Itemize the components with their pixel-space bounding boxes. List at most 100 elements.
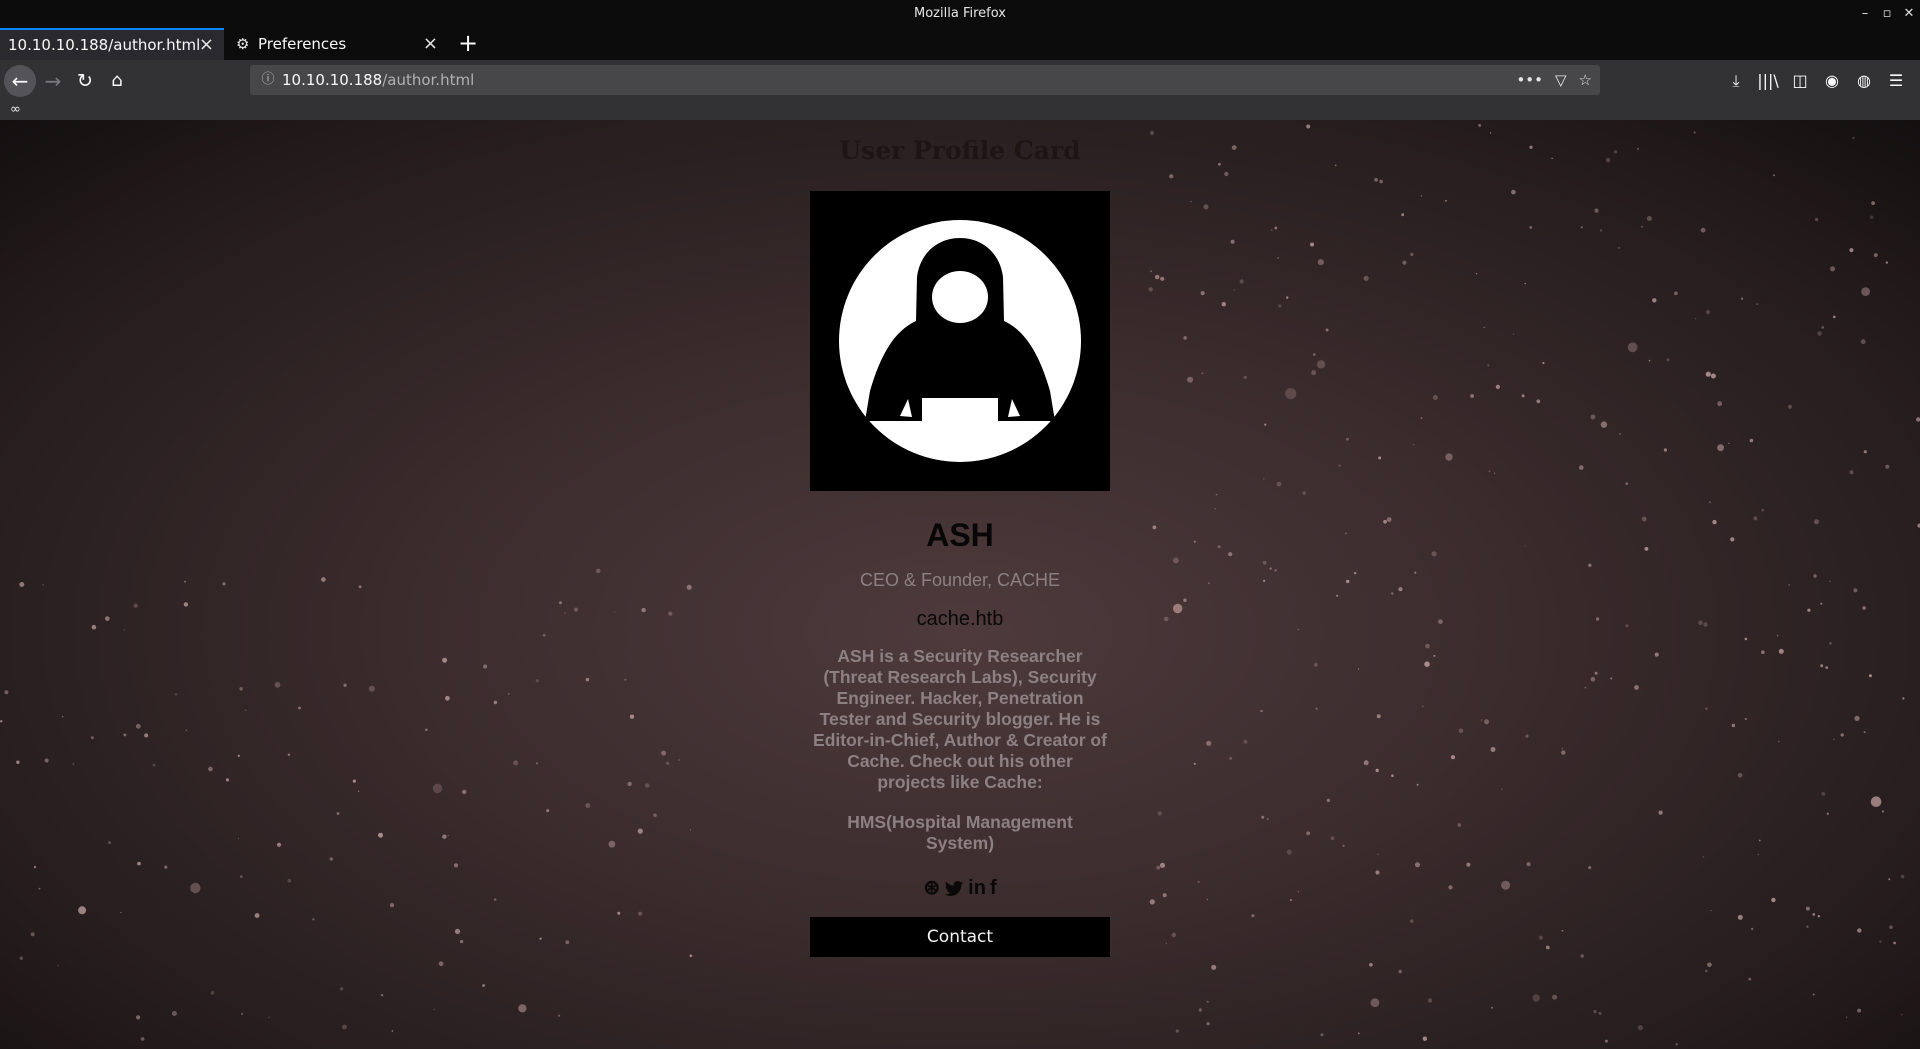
background-speck bbox=[1433, 654, 1436, 657]
background-speck bbox=[1561, 747, 1564, 750]
library-icon[interactable]: |||\ bbox=[1752, 60, 1784, 102]
background-speck bbox=[1450, 755, 1456, 760]
background-speck bbox=[1201, 372, 1204, 375]
back-button[interactable]: ← bbox=[4, 65, 36, 97]
background-speck bbox=[1756, 303, 1758, 305]
pocket-icon[interactable]: ▽ bbox=[1555, 65, 1567, 95]
background-speck bbox=[1889, 925, 1893, 929]
background-speck bbox=[357, 790, 360, 792]
background-speck bbox=[90, 736, 94, 740]
facebook-icon[interactable]: f bbox=[990, 876, 997, 900]
background-speck bbox=[1198, 1008, 1202, 1012]
linkedin-icon[interactable]: in bbox=[968, 876, 986, 900]
background-speck bbox=[1495, 384, 1500, 389]
background-speck bbox=[1357, 1032, 1360, 1035]
background-speck bbox=[62, 716, 64, 718]
background-speck bbox=[1511, 189, 1516, 195]
downloads-icon[interactable]: ⤓ bbox=[1720, 60, 1752, 102]
background-speck bbox=[287, 753, 291, 756]
background-speck bbox=[1590, 677, 1596, 682]
background-speck bbox=[689, 954, 693, 958]
background-speck bbox=[1821, 326, 1825, 329]
background-speck bbox=[1757, 853, 1760, 856]
background-speck bbox=[1879, 940, 1882, 943]
new-tab-button[interactable]: + bbox=[456, 28, 480, 60]
background-speck bbox=[1251, 914, 1255, 918]
toolbar-right: ⤓ |||\ ◫ ◉ ◍ ☰ bbox=[1720, 60, 1912, 102]
background-speck bbox=[1190, 200, 1192, 203]
background-speck bbox=[57, 964, 59, 967]
twitter-icon[interactable] bbox=[944, 876, 964, 900]
maximize-icon[interactable]: ▫ bbox=[1876, 0, 1898, 28]
background-speck bbox=[1346, 579, 1350, 584]
background-speck bbox=[1513, 333, 1515, 335]
reload-button[interactable]: ↻ bbox=[70, 60, 100, 102]
page-title: User Profile Card bbox=[839, 136, 1081, 165]
mask-icon[interactable]: ∞ bbox=[10, 102, 21, 118]
background-speck bbox=[1893, 941, 1896, 945]
background-speck bbox=[312, 918, 315, 921]
contact-button[interactable]: Contact bbox=[810, 917, 1110, 957]
close-tab-icon[interactable]: × bbox=[423, 28, 438, 60]
background-speck bbox=[1693, 131, 1696, 134]
background-speck bbox=[637, 828, 643, 834]
tab-author[interactable]: 10.10.10.188/author.html × bbox=[0, 28, 224, 60]
background-speck bbox=[1849, 248, 1854, 253]
site-info-icon[interactable]: ⓘ bbox=[258, 65, 278, 95]
background-speck bbox=[1854, 715, 1860, 722]
tab-preferences[interactable]: ⚙ Preferences × bbox=[226, 28, 448, 60]
bookmark-star-icon[interactable]: ☆ bbox=[1579, 65, 1592, 95]
bookmarks-toolbar: ∞ bbox=[0, 102, 1920, 120]
background-speck bbox=[1466, 862, 1471, 867]
background-speck bbox=[508, 693, 510, 695]
background-speck bbox=[287, 878, 292, 883]
close-window-icon[interactable]: ✕ bbox=[1898, 0, 1920, 28]
background-speck bbox=[1579, 465, 1584, 470]
background-speck bbox=[1821, 791, 1826, 796]
dribbble-icon[interactable]: ⊛ bbox=[923, 876, 940, 900]
background-speck bbox=[1584, 686, 1587, 689]
background-speck bbox=[1902, 697, 1905, 700]
background-speck bbox=[1704, 969, 1708, 973]
background-speck bbox=[1627, 342, 1638, 353]
page-actions-icon[interactable]: ••• bbox=[1516, 65, 1543, 95]
background-speck bbox=[1590, 414, 1596, 420]
background-speck bbox=[329, 857, 333, 861]
background-speck bbox=[1771, 897, 1776, 903]
background-speck bbox=[42, 584, 45, 586]
background-speck bbox=[1525, 734, 1529, 738]
forward-button[interactable]: → bbox=[38, 60, 68, 102]
background-speck bbox=[653, 813, 657, 818]
background-speck bbox=[1849, 470, 1854, 475]
background-speck bbox=[564, 612, 566, 614]
background-speck bbox=[1169, 174, 1174, 179]
home-button[interactable]: ⌂ bbox=[102, 60, 132, 102]
background-speck bbox=[1521, 394, 1525, 398]
extension-globe-icon[interactable]: ◍ bbox=[1848, 60, 1880, 102]
background-speck bbox=[1637, 148, 1639, 150]
background-speck bbox=[1868, 674, 1872, 678]
background-speck bbox=[1306, 124, 1311, 129]
background-speck bbox=[1703, 622, 1708, 627]
sidebar-icon[interactable]: ◫ bbox=[1784, 60, 1816, 102]
account-icon[interactable]: ◉ bbox=[1816, 60, 1848, 102]
background-speck bbox=[493, 700, 498, 705]
background-speck bbox=[574, 607, 578, 612]
background-speck bbox=[641, 607, 646, 613]
background-speck bbox=[184, 580, 187, 583]
close-tab-icon[interactable]: × bbox=[199, 30, 214, 60]
background-speck bbox=[1658, 810, 1663, 815]
background-speck bbox=[1717, 444, 1724, 452]
background-speck bbox=[1731, 723, 1736, 728]
background-speck bbox=[381, 994, 384, 997]
hacker-avatar-image bbox=[810, 191, 1110, 491]
background-speck bbox=[1363, 760, 1369, 766]
background-speck bbox=[1353, 571, 1357, 575]
background-speck bbox=[1297, 891, 1300, 893]
background-speck bbox=[1598, 1011, 1602, 1015]
url-bar[interactable]: ⓘ 10.10.10.188/author.html ••• ▽ ☆ bbox=[250, 65, 1600, 95]
minimize-icon[interactable]: – bbox=[1854, 0, 1876, 28]
background-speck bbox=[1214, 508, 1216, 510]
url-text[interactable]: 10.10.10.188/author.html bbox=[282, 65, 474, 95]
menu-icon[interactable]: ☰ bbox=[1880, 60, 1912, 102]
